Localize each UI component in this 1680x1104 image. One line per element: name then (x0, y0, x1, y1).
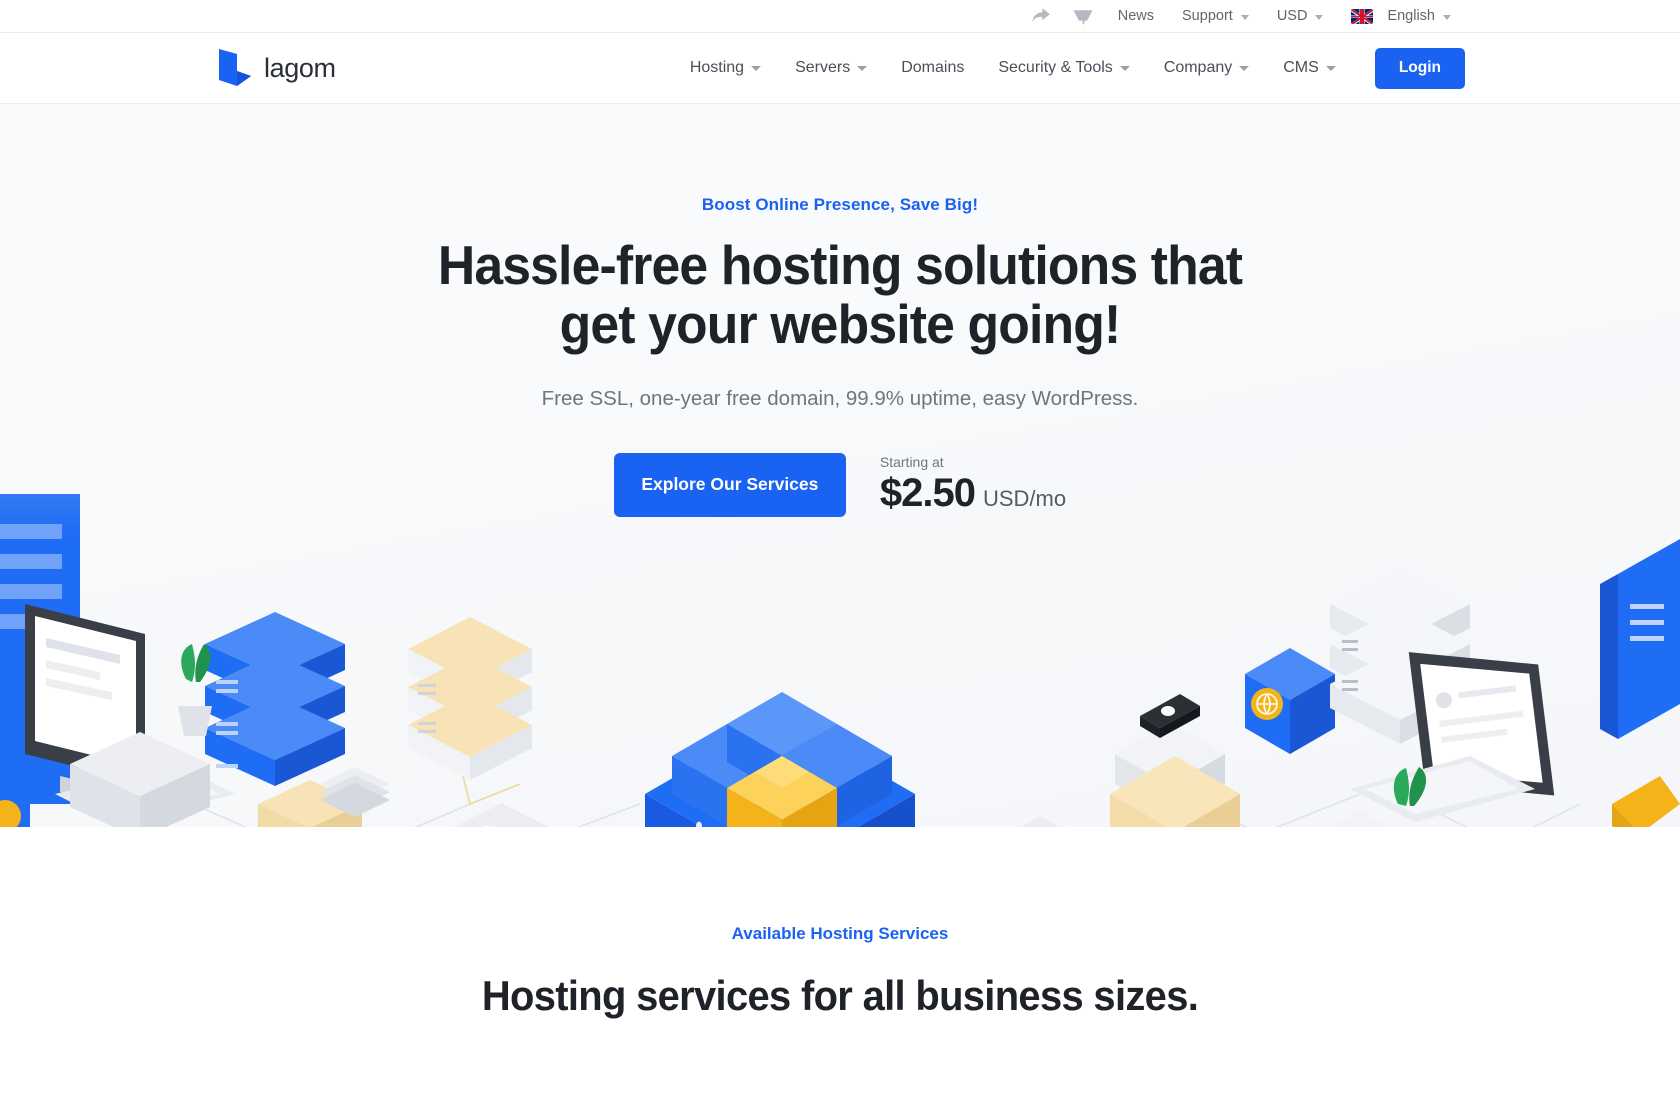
main-navigation: Hosting Servers Domains Security & Tools… (673, 33, 1465, 104)
share-icon[interactable] (1020, 0, 1062, 33)
chevron-down-icon (1119, 65, 1130, 71)
hero-cta-row: Explore Our Services Starting at $2.50 U… (0, 452, 1680, 517)
available-services-section: Available Hosting Services Hosting servi… (0, 827, 1680, 1020)
nav-item-cms[interactable]: CMS (1266, 33, 1353, 104)
topbar-support-label: Support (1182, 7, 1233, 24)
site-header: lagom Hosting Servers Domains Security &… (0, 33, 1680, 104)
topbar-language-label: English (1387, 7, 1435, 24)
chevron-down-icon (1325, 65, 1336, 71)
topbar-language-selector[interactable]: English (1337, 0, 1465, 33)
nav-item-hosting[interactable]: Hosting (673, 33, 778, 104)
price-amount: $2.50 (879, 470, 976, 515)
nav-item-security-and-tools[interactable]: Security & Tools (981, 33, 1146, 104)
hero-price-block: Starting at $2.50 USD/mo (880, 454, 1066, 516)
nav-label: CMS (1283, 59, 1319, 76)
section-title: Hosting services for all business sizes. (481, 972, 1199, 1019)
cart-icon[interactable] (1062, 0, 1104, 33)
nav-label: Security & Tools (998, 59, 1113, 76)
chevron-down-icon (1239, 65, 1250, 71)
chevron-down-icon (751, 65, 762, 71)
nav-label: Company (1163, 59, 1233, 76)
hero-section: VPN (0, 104, 1680, 827)
price-unit: USD/mo (982, 485, 1067, 511)
hero-headline-line2: get your website going! (559, 293, 1122, 356)
login-button[interactable]: Login (1374, 47, 1465, 89)
chevron-down-icon (857, 65, 868, 71)
topbar-link-support[interactable]: Support (1168, 0, 1263, 33)
brand-logo[interactable]: lagom (213, 46, 336, 90)
nav-item-company[interactable]: Company (1147, 33, 1266, 104)
price-starting-at-label: Starting at (879, 453, 944, 470)
nav-label: Servers (795, 59, 851, 76)
chevron-down-icon (1315, 14, 1324, 20)
nav-label: Hosting (689, 59, 745, 76)
chevron-down-icon (1240, 14, 1249, 20)
top-utility-bar: News Support USD English (0, 0, 1680, 33)
topbar-currency-label: USD (1276, 7, 1308, 24)
united-kingdom-flag-icon (1351, 8, 1374, 24)
lagom-logo-icon (213, 46, 255, 90)
hero-content: Boost Online Presence, Save Big! Hassle-… (0, 104, 1680, 517)
landing-page: News Support USD English lagom Hosting S… (0, 0, 1680, 1104)
topbar-link-news[interactable]: News (1104, 0, 1168, 33)
section-eyebrow: Available Hosting Services (731, 924, 949, 943)
hero-headline: Hassle-free hosting solutions that get y… (50, 234, 1629, 356)
explore-our-services-button[interactable]: Explore Our Services (613, 452, 846, 517)
hero-headline-line1: Hassle-free hosting solutions that (437, 234, 1243, 296)
hero-subhead: Free SSL, one-year free domain, 99.9% up… (541, 386, 1139, 410)
brand-name: lagom (264, 52, 336, 83)
hero-eyebrow: Boost Online Presence, Save Big! (701, 195, 979, 214)
topbar-currency-selector[interactable]: USD (1263, 0, 1338, 33)
nav-item-domains[interactable]: Domains (884, 33, 981, 104)
nav-label: Domains (901, 59, 965, 76)
nav-item-servers[interactable]: Servers (778, 33, 884, 104)
chevron-down-icon (1443, 14, 1451, 20)
